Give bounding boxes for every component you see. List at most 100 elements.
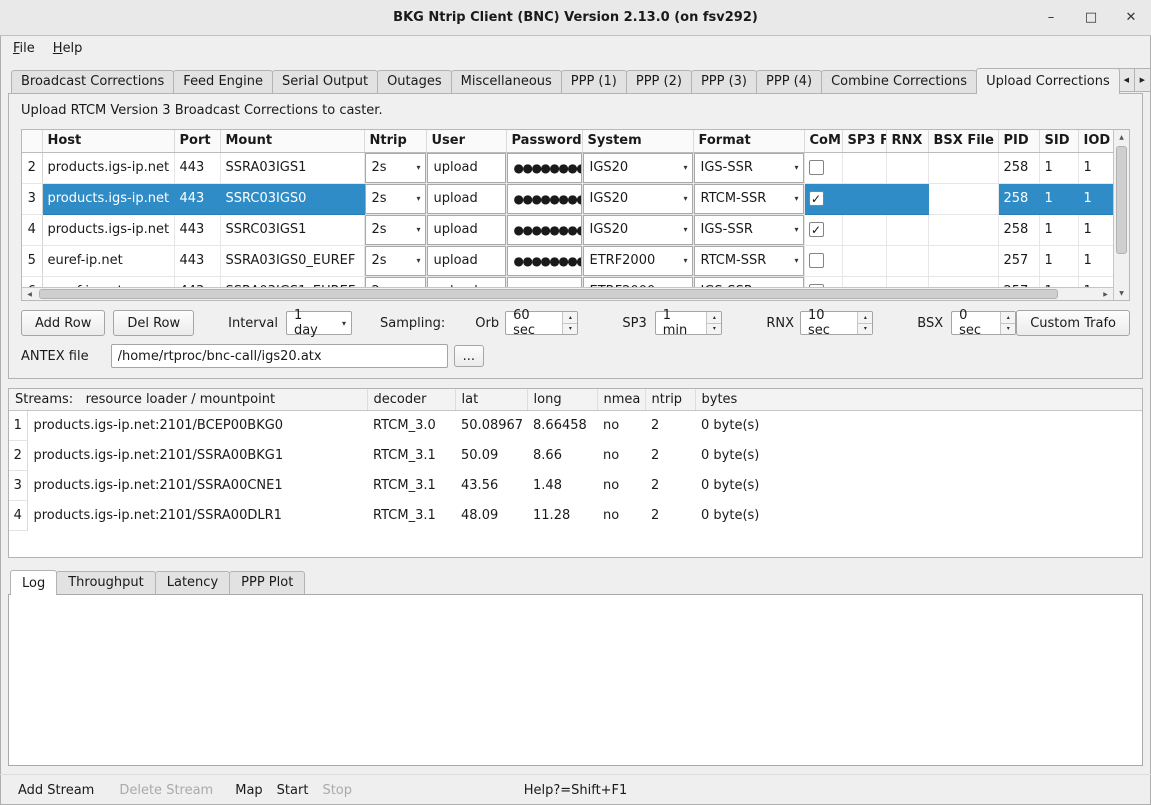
maximize-button[interactable]: □ <box>1083 10 1099 25</box>
stream-row[interactable]: 2 products.igs-ip.net:2101/SSRA00BKG1 RT… <box>9 440 1142 470</box>
stream-row[interactable]: 3 products.igs-ip.net:2101/SSRA00CNE1 RT… <box>9 470 1142 500</box>
iod-cell[interactable]: 1 <box>1078 152 1113 183</box>
tab-throughput[interactable]: Throughput <box>56 571 156 594</box>
port-cell[interactable]: 443 <box>174 152 220 183</box>
close-button[interactable]: ✕ <box>1123 10 1139 25</box>
rnx-cell[interactable] <box>886 214 928 245</box>
pid-cell[interactable]: 258 <box>998 183 1039 214</box>
spin-down-icon[interactable]: ▾ <box>563 324 577 335</box>
tab-feed-engine[interactable]: Feed Engine <box>173 70 273 93</box>
format-select[interactable]: RTCM-SSR▾ <box>694 246 804 276</box>
ntrip-select[interactable]: 2s▾ <box>365 153 426 183</box>
tab-serial-output[interactable]: Serial Output <box>272 70 378 93</box>
ntrip-select[interactable]: 2s▾ <box>365 215 426 245</box>
upload-row[interactable]: 5 euref-ip.net 443 SSRA03IGS0_EUREF 2s▾ … <box>22 245 1113 276</box>
host-cell[interactable]: euref-ip.net <box>42 245 174 276</box>
format-select[interactable]: RTCM-SSR▾ <box>694 184 804 214</box>
sp3-file-cell[interactable] <box>842 245 886 276</box>
iod-cell[interactable]: 1 <box>1078 214 1113 245</box>
bsx-spinbox[interactable]: 0 sec ▴▾ <box>951 311 1016 335</box>
bsx-file-cell[interactable] <box>928 152 998 183</box>
sid-cell[interactable]: 1 <box>1039 183 1078 214</box>
rnx-spinbox[interactable]: 10 sec ▴▾ <box>800 311 873 335</box>
interval-select[interactable]: 1 day ▾ <box>286 311 352 335</box>
minimize-button[interactable]: – <box>1043 10 1059 25</box>
upload-row[interactable]: 2 products.igs-ip.net 443 SSRA03IGS1 2s▾… <box>22 152 1113 183</box>
host-cell[interactable]: products.igs-ip.net <box>42 152 174 183</box>
rnx-cell[interactable] <box>886 152 928 183</box>
horizontal-scroll-track[interactable] <box>37 288 1098 300</box>
upload-row[interactable]: 4 products.igs-ip.net 443 SSRC03IGS1 2s▾… <box>22 214 1113 245</box>
spin-down-icon[interactable]: ▾ <box>707 324 721 335</box>
mount-cell[interactable]: SSRA03IGS1 <box>220 152 364 183</box>
tab-ppp-4[interactable]: PPP (4) <box>756 70 822 93</box>
password-input[interactable]: ●●●●●●●● <box>507 153 582 183</box>
spin-up-icon[interactable]: ▴ <box>563 312 577 324</box>
custom-trafo-button[interactable]: Custom Trafo <box>1016 310 1130 336</box>
horizontal-scroll-thumb[interactable] <box>39 289 1058 299</box>
spin-up-icon[interactable]: ▴ <box>707 312 721 324</box>
stream-row[interactable]: 1 products.igs-ip.net:2101/BCEP00BKG0 RT… <box>9 410 1142 440</box>
stream-row[interactable]: 4 products.igs-ip.net:2101/SSRA00DLR1 RT… <box>9 500 1142 530</box>
tab-latency[interactable]: Latency <box>155 571 230 594</box>
port-cell[interactable]: 443 <box>174 214 220 245</box>
com-checkbox[interactable] <box>809 253 824 268</box>
host-cell[interactable]: products.igs-ip.net <box>42 183 174 214</box>
sp3-file-cell[interactable] <box>842 152 886 183</box>
tab-upload-corrections[interactable]: Upload Corrections <box>976 68 1120 94</box>
tab-scroll-left-button[interactable]: ◀ <box>1118 68 1135 92</box>
system-select[interactable]: IGS20▾ <box>583 184 693 214</box>
scroll-up-icon[interactable]: ▲ <box>1114 130 1129 144</box>
com-checkbox[interactable]: ✓ <box>809 222 824 237</box>
rnx-cell[interactable] <box>886 245 928 276</box>
row-header[interactable]: 1 <box>9 410 27 440</box>
pid-cell[interactable]: 258 <box>998 152 1039 183</box>
port-cell[interactable]: 443 <box>174 183 220 214</box>
sid-cell[interactable]: 1 <box>1039 245 1078 276</box>
format-select[interactable]: IGS-SSR▾ <box>694 153 804 183</box>
bsx-file-cell[interactable] <box>928 183 998 214</box>
password-input[interactable]: ●●●●●●●● <box>507 184 582 214</box>
vertical-scroll-thumb[interactable] <box>1116 146 1127 254</box>
spin-down-icon[interactable]: ▾ <box>858 324 872 335</box>
tab-log[interactable]: Log <box>10 570 57 595</box>
mount-cell[interactable]: SSRC03IGS0 <box>220 183 364 214</box>
spin-up-icon[interactable]: ▴ <box>1001 312 1015 324</box>
row-header[interactable]: 4 <box>9 500 27 530</box>
iod-cell[interactable]: 1 <box>1078 183 1113 214</box>
pid-cell[interactable]: 258 <box>998 214 1039 245</box>
sp3-file-cell[interactable] <box>842 183 886 214</box>
spin-up-icon[interactable]: ▴ <box>858 312 872 324</box>
scroll-left-icon[interactable]: ◀ <box>22 288 37 300</box>
com-checkbox[interactable] <box>809 160 824 175</box>
menu-file[interactable]: File <box>4 38 44 59</box>
password-input[interactable]: ●●●●●●●● <box>507 246 582 276</box>
row-header[interactable]: 4 <box>22 214 42 245</box>
tab-combine-corrections[interactable]: Combine Corrections <box>821 70 977 93</box>
user-input[interactable]: upload <box>427 215 506 245</box>
ntrip-select[interactable]: 2s▾ <box>365 246 426 276</box>
row-header[interactable]: 2 <box>9 440 27 470</box>
user-input[interactable]: upload <box>427 153 506 183</box>
format-select[interactable]: IGS-SSR▾ <box>694 215 804 245</box>
user-input[interactable]: upload <box>427 246 506 276</box>
sid-cell[interactable]: 1 <box>1039 214 1078 245</box>
map-button[interactable]: Map <box>235 783 262 798</box>
rnx-cell[interactable] <box>886 183 928 214</box>
vertical-scroll-track[interactable] <box>1114 144 1129 286</box>
mount-cell[interactable]: SSRC03IGS1 <box>220 214 364 245</box>
row-header[interactable]: 3 <box>22 183 42 214</box>
password-input[interactable]: ●●●●●●●● <box>507 215 582 245</box>
start-button[interactable]: Start <box>277 783 309 798</box>
system-select[interactable]: IGS20▾ <box>583 153 693 183</box>
menu-help[interactable]: Help <box>44 38 92 59</box>
bsx-file-cell[interactable] <box>928 214 998 245</box>
row-header[interactable]: 5 <box>22 245 42 276</box>
spin-down-icon[interactable]: ▾ <box>1001 324 1015 335</box>
tab-scroll-right-button[interactable]: ▶ <box>1134 68 1151 92</box>
com-checkbox[interactable]: ✓ <box>809 191 824 206</box>
scroll-down-icon[interactable]: ▼ <box>1114 286 1129 300</box>
tab-outages[interactable]: Outages <box>377 70 452 93</box>
tab-broadcast-corrections[interactable]: Broadcast Corrections <box>11 70 174 93</box>
horizontal-scrollbar[interactable]: ◀ ▶ <box>22 287 1113 300</box>
